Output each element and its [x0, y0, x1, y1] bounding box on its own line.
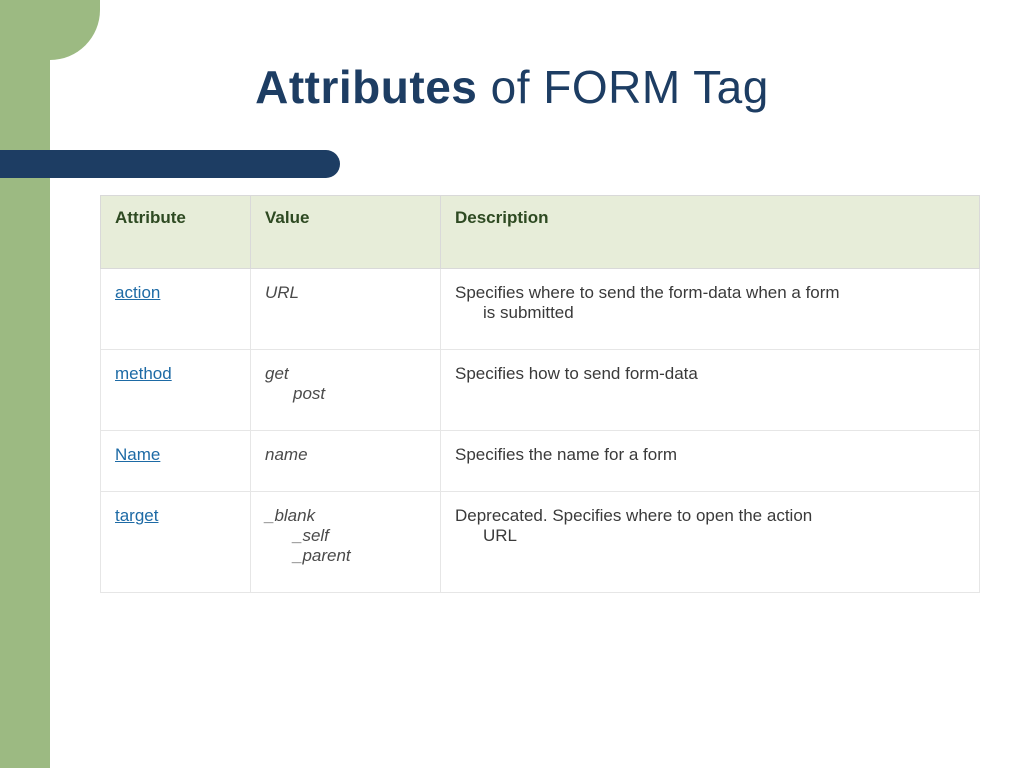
- table-row: method get post Specifies how to send fo…: [101, 350, 980, 431]
- value-text: name: [265, 445, 426, 465]
- title-bold: Attributes: [255, 61, 477, 113]
- attr-link-target[interactable]: target: [115, 506, 158, 525]
- attr-link-action[interactable]: action: [115, 283, 160, 302]
- description-cell: Deprecated. Specifies where to open the …: [441, 492, 980, 593]
- description-cell: Specifies the name for a form: [441, 431, 980, 492]
- value-text: _self: [265, 526, 426, 546]
- value-cell: get post: [251, 350, 441, 431]
- description-text: Specifies how to send form-data: [455, 364, 698, 383]
- table-row: target _blank _self _parent Deprecated. …: [101, 492, 980, 593]
- attributes-table: Attribute Value Description action URL S…: [100, 195, 980, 593]
- title-rest: of FORM Tag: [477, 61, 768, 113]
- value-text: URL: [265, 283, 426, 303]
- table-row: action URL Specifies where to send the f…: [101, 269, 980, 350]
- corner-green-arc: [50, 0, 100, 60]
- left-green-bar: [0, 0, 50, 768]
- value-text: post: [265, 384, 426, 404]
- value-cell: name: [251, 431, 441, 492]
- slide-title: Attributes of FORM Tag: [0, 60, 1024, 114]
- attributes-table-container: Attribute Value Description action URL S…: [100, 195, 980, 593]
- table-header-row: Attribute Value Description: [101, 196, 980, 269]
- description-cell: Specifies where to send the form-data wh…: [441, 269, 980, 350]
- attr-link-name[interactable]: Name: [115, 445, 160, 464]
- table-row: Name name Specifies the name for a form: [101, 431, 980, 492]
- header-value: Value: [251, 196, 441, 269]
- description-text: Specifies where to send the form-data wh…: [455, 283, 840, 302]
- attr-link-method[interactable]: method: [115, 364, 172, 383]
- description-text: Deprecated. Specifies where to open the …: [455, 506, 812, 525]
- value-cell: URL: [251, 269, 441, 350]
- value-text: _blank: [265, 506, 426, 526]
- description-text-cont: URL: [455, 526, 965, 546]
- header-attribute: Attribute: [101, 196, 251, 269]
- value-text: get: [265, 364, 426, 384]
- description-text-cont: is submitted: [455, 303, 965, 323]
- description-cell: Specifies how to send form-data: [441, 350, 980, 431]
- value-cell: _blank _self _parent: [251, 492, 441, 593]
- header-description: Description: [441, 196, 980, 269]
- accent-bar: [0, 150, 340, 178]
- description-text: Specifies the name for a form: [455, 445, 677, 464]
- value-text: _parent: [265, 546, 426, 566]
